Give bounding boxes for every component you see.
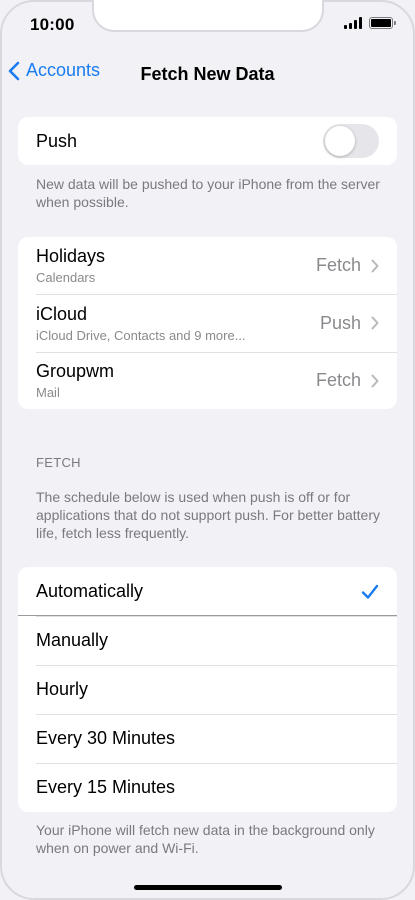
account-row-holidays[interactable]: Holidays Calendars Fetch: [18, 237, 397, 294]
push-toggle-knob: [325, 126, 355, 156]
account-name: iCloud: [36, 303, 88, 324]
fetch-option-label: Manually: [36, 630, 109, 650]
account-fetch-value: Fetch: [315, 255, 361, 275]
account-fetch-value: Push: [319, 312, 361, 333]
account-name: Holidays: [36, 246, 106, 266]
push-group: Push: [18, 117, 397, 165]
fetch-option-every-30-minutes[interactable]: Every 30 Minutes: [18, 714, 397, 763]
fetch-option-automatically[interactable]: Automatically: [18, 567, 397, 616]
account-subtitle: Calendars: [36, 270, 96, 285]
fetch-option-manually[interactable]: Manually: [18, 616, 397, 665]
chevron-right-icon: [371, 259, 379, 272]
fetch-option-every-15-minutes[interactable]: Every 15 Minutes: [18, 763, 397, 812]
account-name: Groupwm: [36, 361, 115, 381]
fetch-description: The schedule below is used when push is …: [36, 489, 380, 541]
status-bar: 10:00: [0, 0, 415, 50]
fetch-section-header: FETCH: [36, 455, 81, 470]
home-indicator[interactable]: [134, 885, 282, 890]
push-footnote: New data will be pushed to your iPhone f…: [36, 176, 380, 210]
page-title: Fetch New Data: [140, 64, 275, 84]
status-time: 10:00: [30, 15, 75, 34]
account-row-icloud[interactable]: iCloud iCloud Drive, Contacts and 9 more…: [18, 294, 397, 352]
chevron-right-icon: [371, 316, 379, 330]
status-icons: [344, 17, 396, 29]
fetch-option-hourly[interactable]: Hourly: [18, 665, 397, 714]
fetch-option-label: Every 15 Minutes: [36, 777, 176, 797]
account-fetch-value: Fetch: [315, 370, 361, 390]
account-row-groupwm[interactable]: Groupwm Mail Fetch: [18, 352, 397, 409]
accounts-group: Holidays Calendars Fetch iCloud iCloud D…: [18, 237, 397, 409]
cellular-signal-icon: [344, 17, 362, 29]
fetch-option-label: Automatically: [36, 581, 144, 601]
push-row: Push: [18, 117, 397, 165]
fetch-option-label: Every 30 Minutes: [36, 728, 176, 748]
fetch-schedule-group: Automatically Manually Hourly Every 30 M…: [18, 567, 397, 812]
navigation-bar: Accounts Fetch New Data: [0, 56, 415, 92]
account-subtitle: iCloud Drive, Contacts and 9 more...: [36, 327, 246, 343]
fetch-option-label: Hourly: [36, 679, 89, 699]
push-toggle[interactable]: [323, 124, 379, 158]
push-label: Push: [36, 130, 78, 151]
chevron-right-icon: [371, 374, 379, 387]
checkmark-icon: [361, 584, 379, 599]
account-subtitle: Mail: [36, 385, 60, 400]
fetch-footnote: Your iPhone will fetch new data in the b…: [36, 822, 375, 856]
battery-icon: [369, 17, 396, 29]
